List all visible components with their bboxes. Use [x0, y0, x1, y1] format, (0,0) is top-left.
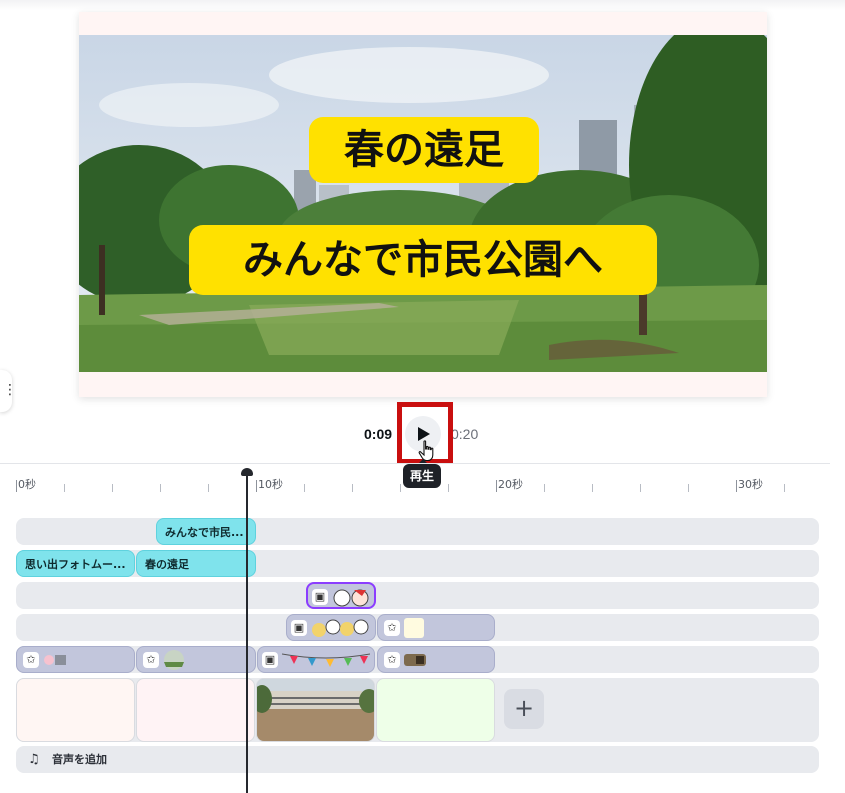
ruler-tick: [208, 484, 209, 492]
ruler-tick: [112, 484, 113, 492]
time-ruler[interactable]: 0秒 10秒 20秒 30秒: [0, 476, 845, 496]
add-audio-track[interactable]: ♫ 音声を追加: [16, 746, 819, 773]
ruler-tick: [304, 484, 305, 492]
playhead-handle[interactable]: [241, 468, 253, 476]
scene-page-3[interactable]: [256, 678, 375, 742]
sticker-thumbnail: [404, 654, 426, 666]
sticker-thumbnail: [282, 653, 370, 667]
sticker-clip[interactable]: ✩: [16, 646, 135, 673]
playhead[interactable]: [246, 476, 248, 793]
scene-page-2[interactable]: [136, 678, 255, 742]
ruler-tick: [688, 484, 689, 492]
image-icon: ▣: [312, 589, 328, 605]
music-note-icon: ♫: [28, 752, 40, 767]
sticker-clip-selected[interactable]: ▣: [306, 582, 376, 609]
clip-label: 春の遠足: [145, 558, 189, 571]
text-clip[interactable]: 思い出フォトムー...: [16, 550, 135, 577]
ruler-label-30: 30秒: [738, 478, 763, 491]
sticker-icon: ✩: [384, 652, 400, 668]
ruler-label-10: 10秒: [258, 478, 283, 491]
ruler-tick: [736, 480, 737, 492]
clip-label: みんなで市民...: [165, 526, 244, 539]
ruler-tick: [544, 484, 545, 492]
add-audio-label: 音声を追加: [52, 753, 107, 766]
ruler-label-0: 0秒: [18, 478, 36, 491]
ellipsis-icon: ⋮: [3, 382, 17, 398]
sticker-clip[interactable]: ✩: [377, 646, 495, 673]
school-thumbnail: [257, 679, 374, 741]
image-icon: ▣: [291, 620, 307, 636]
ruler-tick: [496, 480, 497, 492]
current-time: 0:09: [364, 426, 393, 442]
text-track-1[interactable]: みんなで市民...: [16, 518, 819, 545]
caption-subtitle[interactable]: みんなで市民公園へ: [189, 225, 657, 295]
sticker-thumbnail: [333, 589, 369, 607]
add-scene-button[interactable]: +: [504, 689, 544, 729]
sticker-icon: ✩: [384, 620, 400, 636]
element-track-3[interactable]: ✩ ✩ ▣ ✩: [16, 646, 819, 673]
ruler-tick: [256, 480, 257, 492]
caption-title[interactable]: 春の遠足: [309, 117, 539, 183]
element-track-1[interactable]: ▣: [16, 582, 819, 609]
ruler-label-20: 20秒: [498, 478, 523, 491]
ruler-tick: [160, 484, 161, 492]
ruler-tick: [400, 484, 401, 492]
sticker-clip[interactable]: ✩: [377, 614, 495, 641]
sticker-thumbnail: [404, 618, 424, 638]
ruler-tick: [448, 484, 449, 492]
ruler-tick: [16, 480, 17, 492]
side-panel-toggle[interactable]: ⋮: [0, 370, 17, 412]
sticker-clip[interactable]: ▣: [286, 614, 376, 641]
ruler-tick: [592, 484, 593, 492]
top-edge: [0, 0, 845, 10]
ruler-tick: [640, 484, 641, 492]
design-preview-canvas[interactable]: 春の遠足 みんなで市民公園へ: [79, 12, 767, 397]
total-time: 0:20: [451, 426, 479, 442]
sticker-clip[interactable]: ▣: [257, 646, 375, 673]
ruler-tick: [352, 484, 353, 492]
ruler-tick: [64, 484, 65, 492]
scene-page-1[interactable]: [16, 678, 135, 742]
timeline-divider: [0, 463, 830, 464]
park-photo: [79, 35, 767, 372]
image-icon: ▣: [262, 652, 278, 668]
clip-label: 思い出フォトムー...: [25, 558, 126, 571]
sticker-thumbnail: [164, 650, 184, 670]
scene-track[interactable]: [16, 678, 819, 742]
sticker-thumbnail: [312, 619, 369, 637]
ruler-tick: [784, 484, 785, 492]
sticker-clip[interactable]: ✩: [136, 646, 256, 673]
text-track-2[interactable]: 思い出フォトムー... 春の遠足: [16, 550, 819, 577]
text-clip[interactable]: 春の遠足: [136, 550, 256, 577]
sticker-thumbnail: [44, 655, 66, 665]
element-track-2[interactable]: ▣ ✩: [16, 614, 819, 641]
sticker-icon: ✩: [143, 652, 159, 668]
text-clip[interactable]: みんなで市民...: [156, 518, 256, 545]
sticker-icon: ✩: [23, 652, 39, 668]
scene-page-4[interactable]: [376, 678, 495, 742]
